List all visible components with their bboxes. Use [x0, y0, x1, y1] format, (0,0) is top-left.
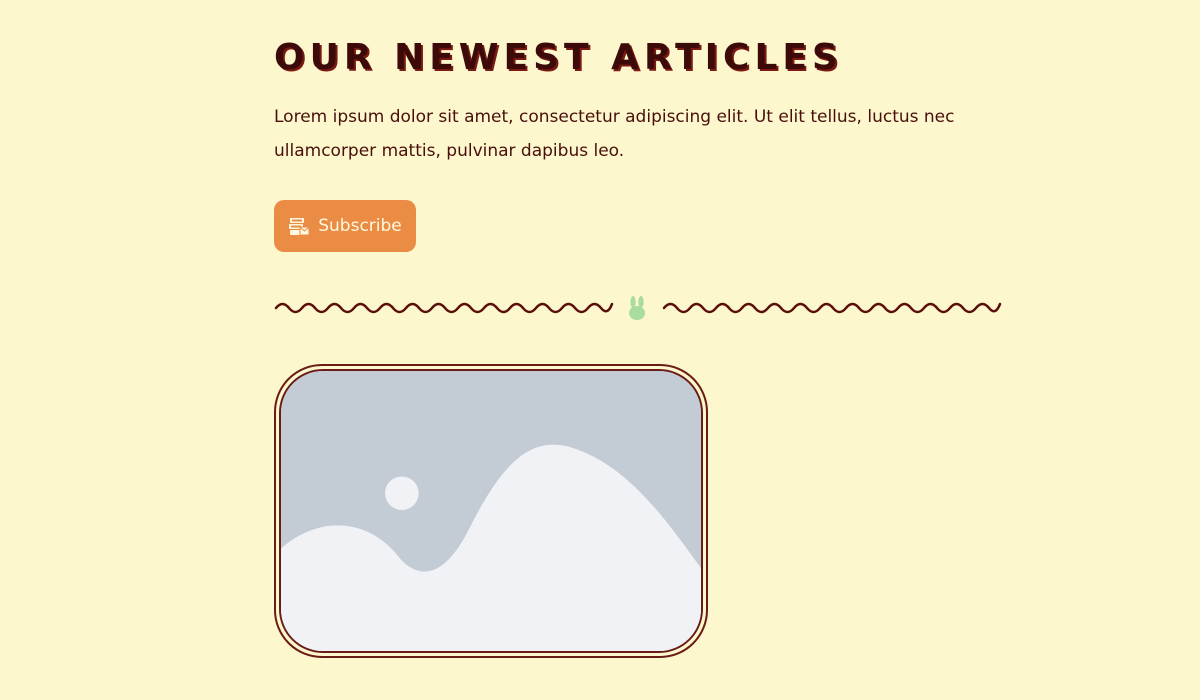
wavy-line-right: [662, 302, 1002, 314]
wavy-line-left: [274, 302, 614, 314]
subscribe-button-label: Subscribe: [318, 216, 402, 236]
section-intro: Lorem ipsum dolor sit amet, consectetur …: [274, 107, 955, 161]
newsletter-stack-icon: [288, 215, 310, 237]
image-placeholder-icon: [279, 369, 703, 653]
wavy-divider: [274, 292, 1004, 324]
subscribe-button[interactable]: Subscribe: [274, 200, 416, 252]
article-image-card[interactable]: [274, 364, 708, 658]
bunny-icon: [629, 296, 645, 320]
section-title: OUR NEWEST ARTICLES: [274, 37, 843, 78]
